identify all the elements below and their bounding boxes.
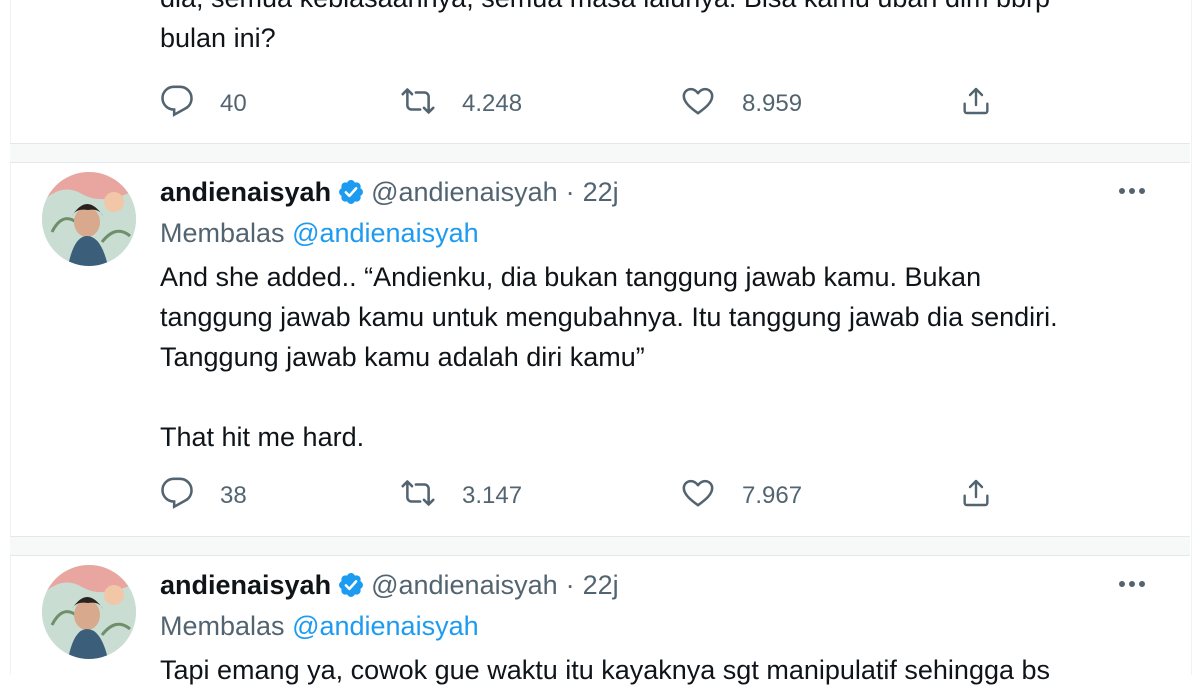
- tweet-2-text: And she added.. “Andienku, dia bukan tan…: [160, 257, 1150, 457]
- retweet-icon: [400, 84, 462, 125]
- tweet-1-text: dia, semua kebiasaannya, semua masa lalu…: [160, 0, 1150, 58]
- reply-button[interactable]: 38: [160, 476, 247, 516]
- tweet-text-line: bulan ini?: [160, 23, 276, 53]
- reply-bubble-icon: [160, 476, 220, 517]
- tweet-text-line: tanggung jawab kamu untuk mengubahnya. I…: [160, 302, 1058, 332]
- verified-badge-icon: [337, 178, 365, 206]
- share-button[interactable]: [960, 84, 992, 124]
- separator-dot: ·: [565, 569, 575, 600]
- like-button[interactable]: 8.959: [680, 84, 802, 124]
- mention-link[interactable]: @andienaisyah: [292, 611, 479, 641]
- display-name[interactable]: andienaisyah: [160, 570, 331, 601]
- reply-bubble-icon: [160, 84, 220, 125]
- tweet-header: andienaisyah @andienaisyah · 22j: [160, 174, 619, 210]
- tweet-divider: [10, 536, 1190, 556]
- tweet-3-text: Tapi emang ya, cowok gue waktu itu kayak…: [160, 650, 1150, 690]
- share-button[interactable]: [960, 476, 992, 516]
- tweet-3[interactable]: andienaisyah @andienaisyah · 22j Membala…: [10, 555, 1190, 685]
- avatar[interactable]: [42, 172, 136, 266]
- replying-to-label: Membalas: [160, 611, 285, 641]
- retweet-count: 4.248: [462, 90, 523, 117]
- tweet-2-actions: 38 3.147 7.967: [160, 476, 1000, 516]
- avatar[interactable]: [42, 565, 136, 659]
- reply-count: 40: [220, 90, 247, 117]
- reply-button[interactable]: 40: [160, 84, 247, 124]
- tweet-text-line: Tanggung jawab kamu adalah diri kamu”: [160, 342, 645, 372]
- share-icon: [960, 476, 992, 517]
- retweet-icon: [400, 476, 462, 517]
- tweet-2[interactable]: andienaisyah @andienaisyah · 22j Membala…: [10, 162, 1190, 536]
- more-dots-icon: [1117, 183, 1147, 201]
- retweet-button[interactable]: 3.147: [400, 476, 522, 516]
- like-count: 7.967: [742, 482, 803, 509]
- share-icon: [960, 84, 992, 125]
- more-options-button[interactable]: [1114, 174, 1150, 210]
- more-options-button[interactable]: [1114, 567, 1150, 603]
- replying-to-label: Membalas: [160, 218, 285, 248]
- user-handle[interactable]: @andienaisyah: [371, 570, 558, 601]
- reply-count: 38: [220, 482, 247, 509]
- tweet-text-line: dia, semua kebiasaannya, semua masa lalu…: [160, 0, 1150, 18]
- tweet-text-line: Tapi emang ya, cowok gue waktu itu kayak…: [160, 655, 1051, 685]
- tweet-text-spacer: [160, 377, 1150, 417]
- tweet-text-line: And she added.. “Andienku, dia bukan tan…: [160, 262, 982, 292]
- tweet-header: andienaisyah @andienaisyah · 22j: [160, 567, 619, 603]
- like-button[interactable]: 7.967: [680, 476, 802, 516]
- more-dots-icon: [1117, 576, 1147, 594]
- tweet-1[interactable]: dia, semua kebiasaannya, semua masa lalu…: [10, 0, 1190, 150]
- replying-to: Membalas @andienaisyah: [160, 611, 479, 642]
- retweet-count: 3.147: [462, 482, 523, 509]
- tweet-1-actions: 40 4.248 8.959: [160, 84, 1000, 124]
- separator-dot: ·: [565, 176, 575, 207]
- tweet-text-line: That hit me hard.: [160, 422, 365, 452]
- user-handle[interactable]: @andienaisyah: [371, 177, 558, 208]
- retweet-button[interactable]: 4.248: [400, 84, 522, 124]
- tweet-divider: [10, 143, 1190, 163]
- replying-to: Membalas @andienaisyah: [160, 218, 479, 249]
- timestamp[interactable]: 22j: [583, 177, 619, 208]
- display-name[interactable]: andienaisyah: [160, 177, 331, 208]
- verified-badge-icon: [337, 571, 365, 599]
- mention-link[interactable]: @andienaisyah: [292, 218, 479, 248]
- heart-icon: [680, 476, 742, 517]
- timestamp[interactable]: 22j: [583, 570, 619, 601]
- like-count: 8.959: [742, 90, 803, 117]
- heart-icon: [680, 84, 742, 125]
